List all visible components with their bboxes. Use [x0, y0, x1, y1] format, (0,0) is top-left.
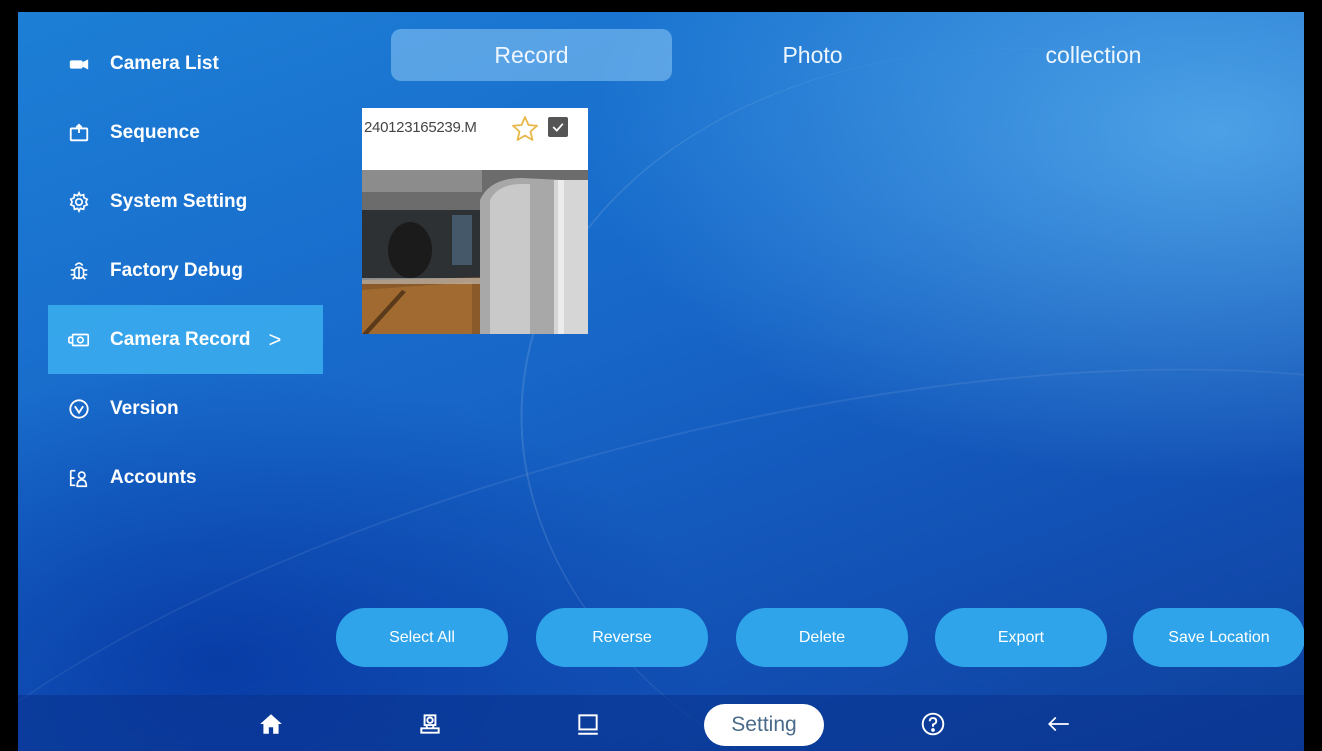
app-screen: Camera List Sequence System Setting Fact… — [18, 12, 1304, 751]
sidebar: Camera List Sequence System Setting Fact… — [48, 29, 323, 512]
record-icon — [66, 327, 92, 353]
version-icon — [66, 396, 92, 422]
sidebar-item-accounts[interactable]: Accounts — [48, 443, 323, 512]
reverse-button[interactable]: Reverse — [536, 608, 708, 667]
sidebar-item-label: Camera Record — [110, 328, 251, 350]
robot-icon[interactable] — [415, 709, 445, 739]
favorite-star-icon[interactable] — [510, 114, 540, 144]
monitor-icon[interactable] — [573, 709, 603, 739]
tab-record[interactable]: Record — [391, 29, 672, 81]
bug-icon — [66, 258, 92, 284]
recording-thumbnail[interactable]: 240123165239.M — [362, 108, 588, 334]
thumbnail-header: 240123165239.M — [362, 108, 588, 170]
tab-collection[interactable]: collection — [953, 29, 1234, 81]
sequence-icon — [66, 120, 92, 146]
recording-filename: 240123165239.M — [364, 119, 477, 136]
sidebar-item-label: Camera List — [110, 52, 219, 74]
home-icon[interactable] — [256, 709, 286, 739]
sidebar-item-system-setting[interactable]: System Setting — [48, 167, 323, 236]
sidebar-item-camera-list[interactable]: Camera List — [48, 29, 323, 98]
sidebar-item-label: Sequence — [110, 121, 200, 143]
chevron-right-icon: > — [268, 326, 282, 352]
select-checkbox[interactable] — [548, 117, 568, 137]
back-arrow-icon[interactable] — [1044, 709, 1074, 739]
recording-preview-image — [362, 170, 588, 334]
save-location-button[interactable]: Save Location — [1133, 608, 1304, 667]
sidebar-item-version[interactable]: Version — [48, 374, 323, 443]
select-all-button[interactable]: Select All — [336, 608, 508, 667]
help-icon[interactable] — [918, 709, 948, 739]
sidebar-item-label: Accounts — [110, 466, 197, 488]
export-button[interactable]: Export — [935, 608, 1107, 667]
sidebar-item-sequence[interactable]: Sequence — [48, 98, 323, 167]
camera-icon — [66, 51, 92, 77]
sidebar-item-factory-debug[interactable]: Factory Debug — [48, 236, 323, 305]
tab-photo[interactable]: Photo — [672, 29, 953, 81]
setting-nav-button[interactable]: Setting — [704, 704, 824, 746]
sidebar-item-label: Factory Debug — [110, 259, 244, 281]
accounts-icon — [66, 465, 92, 491]
delete-button[interactable]: Delete — [736, 608, 908, 667]
bottom-nav: Setting — [18, 695, 1304, 751]
gear-icon — [66, 189, 92, 215]
sidebar-item-label: Version — [110, 397, 179, 419]
sidebar-item-camera-record[interactable]: Camera Record > — [48, 305, 323, 374]
sidebar-item-label: System Setting — [110, 190, 248, 212]
media-tabs: Record Photo collection — [391, 29, 1241, 81]
